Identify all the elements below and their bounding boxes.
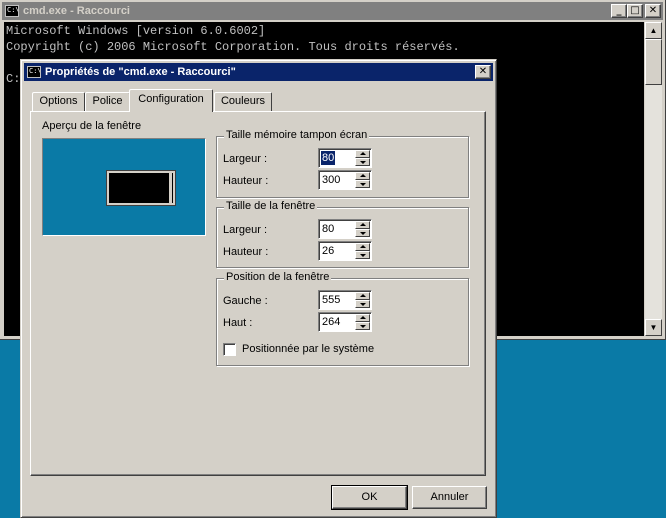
spin-up-button[interactable]: [355, 314, 370, 322]
arrow-up-icon: [360, 316, 366, 319]
preview-label: Aperçu de la fenêtre: [42, 120, 142, 132]
tab-police[interactable]: Police: [85, 92, 130, 111]
top-position-label: Haut :: [223, 317, 253, 329]
window-size-title: Taille de la fenêtre: [224, 200, 318, 212]
window-size-group: Taille de la fenêtre Largeur : Hauteur :: [216, 200, 469, 268]
spin-down-button[interactable]: [355, 158, 370, 166]
preview-console-window: [106, 170, 176, 206]
arrow-up-icon: [360, 245, 366, 248]
spin-down-button[interactable]: [355, 322, 370, 330]
window-width-label: Largeur :: [223, 224, 268, 236]
spin-up-button[interactable]: [355, 243, 370, 251]
arrow-up-icon: [360, 223, 366, 226]
window-width-input[interactable]: [321, 222, 355, 236]
arrow-down-icon: [360, 161, 366, 164]
buffer-height-label: Hauteur :: [223, 175, 269, 187]
spin-down-button[interactable]: [355, 300, 370, 308]
system-position-label[interactable]: Positionnée par le système: [242, 343, 374, 355]
ok-button[interactable]: OK: [331, 485, 408, 510]
arrow-down-icon: [360, 303, 366, 306]
spin-up-button[interactable]: [355, 150, 370, 158]
scroll-down-icon[interactable]: ▼: [645, 319, 662, 336]
buffer-height-input[interactable]: [321, 173, 355, 187]
top-position-spinner[interactable]: [318, 312, 372, 332]
top-position-input[interactable]: [321, 315, 355, 329]
buffer-size-group: Taille mémoire tampon écran Largeur : Ha…: [216, 129, 469, 198]
buffer-width-input[interactable]: [321, 151, 335, 165]
arrow-down-icon: [360, 254, 366, 257]
buffer-width-label: Largeur :: [223, 153, 268, 165]
dialog-close-button[interactable]: ✕: [475, 65, 491, 79]
arrow-up-icon: [360, 174, 366, 177]
window-height-spinner[interactable]: [318, 241, 372, 261]
arrow-up-icon: [360, 152, 366, 155]
spin-up-button[interactable]: [355, 172, 370, 180]
cmd-titlebar[interactable]: C:\ cmd.exe - Raccourci _ □ ✕: [2, 2, 663, 20]
tab-options[interactable]: Options: [32, 92, 85, 111]
left-position-input[interactable]: [321, 293, 355, 307]
console-line: Copyright (c) 2006 Microsoft Corporation…: [6, 40, 460, 54]
cancel-button[interactable]: Annuler: [412, 486, 487, 509]
spin-up-button[interactable]: [355, 292, 370, 300]
maximize-button[interactable]: □: [627, 4, 643, 18]
cmd-icon: C:\: [5, 5, 19, 17]
buffer-size-title: Taille mémoire tampon écran: [224, 129, 370, 141]
minimize-button[interactable]: _: [611, 4, 627, 18]
properties-dialog: C:\ Propriétés de "cmd.exe - Raccourci" …: [20, 59, 497, 518]
left-position-label: Gauche :: [223, 295, 268, 307]
buffer-height-spinner[interactable]: [318, 170, 372, 190]
window-position-title: Position de la fenêtre: [224, 271, 332, 283]
arrow-up-icon: [360, 294, 366, 297]
cmd-icon: C:\: [27, 66, 41, 78]
arrow-down-icon: [360, 232, 366, 235]
system-position-checkbox[interactable]: [223, 343, 236, 356]
spin-down-button[interactable]: [355, 251, 370, 259]
cmd-title: cmd.exe - Raccourci: [23, 5, 130, 17]
spin-down-button[interactable]: [355, 229, 370, 237]
console-scrollbar[interactable]: ▲ ▼: [645, 22, 662, 336]
window-preview: [42, 138, 206, 236]
tab-couleurs[interactable]: Couleurs: [214, 92, 272, 111]
scroll-thumb[interactable]: [645, 39, 662, 85]
dialog-title: Propriétés de "cmd.exe - Raccourci": [45, 66, 236, 78]
arrow-down-icon: [360, 325, 366, 328]
window-height-label: Hauteur :: [223, 246, 269, 258]
close-button[interactable]: ✕: [645, 4, 661, 18]
buffer-width-spinner[interactable]: [318, 148, 372, 168]
tab-configuration[interactable]: Configuration: [129, 89, 213, 112]
console-line: Microsoft Windows [version 6.0.6002]: [6, 24, 266, 38]
dialog-titlebar[interactable]: C:\ Propriétés de "cmd.exe - Raccourci" …: [24, 63, 493, 81]
window-height-input[interactable]: [321, 244, 355, 258]
arrow-down-icon: [360, 183, 366, 186]
scroll-up-icon[interactable]: ▲: [645, 22, 662, 39]
spin-up-button[interactable]: [355, 221, 370, 229]
window-width-spinner[interactable]: [318, 219, 372, 239]
left-position-spinner[interactable]: [318, 290, 372, 310]
spin-down-button[interactable]: [355, 180, 370, 188]
window-position-group: Position de la fenêtre Gauche : Haut : P…: [216, 271, 469, 366]
